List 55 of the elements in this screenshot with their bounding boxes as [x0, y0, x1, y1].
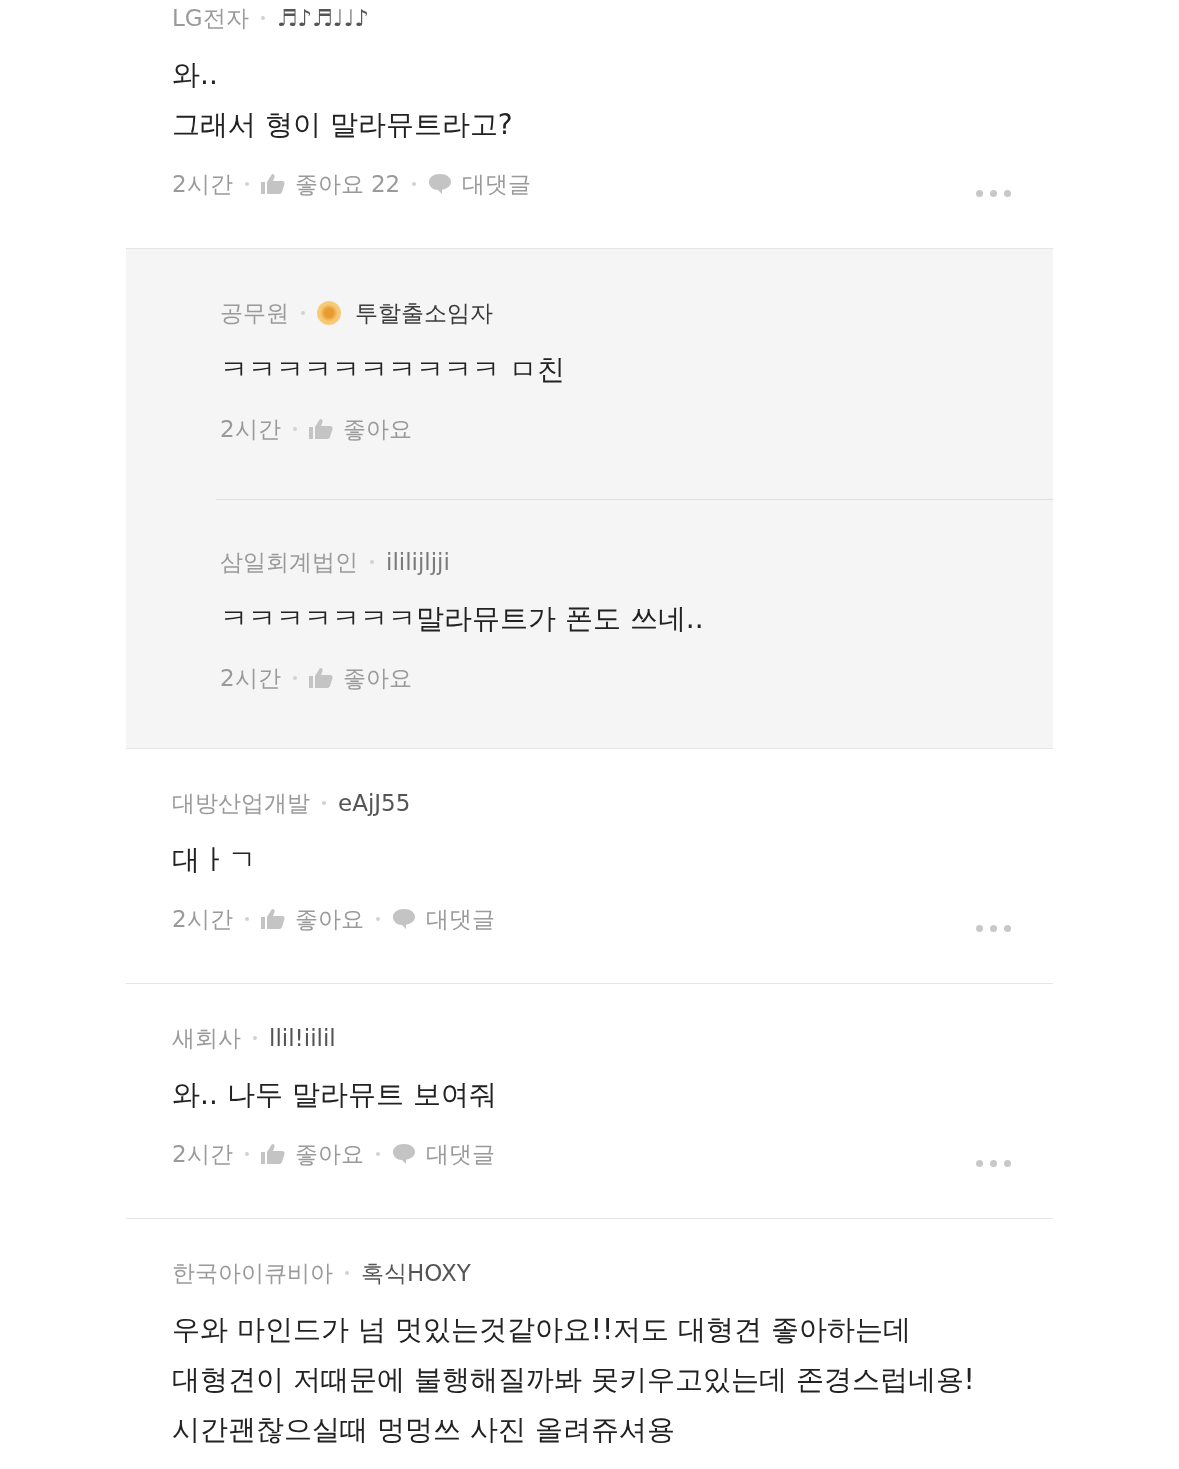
company-name: LG전자 — [172, 3, 249, 33]
separator-dot-icon — [260, 16, 265, 20]
separator-dot-icon — [244, 917, 249, 921]
comment-text: 그래서 형이 말라뮤트라고? — [172, 107, 514, 143]
comment-text: ㅋㅋㅋㅋㅋㅋㅋㅋㅋㅋ ㅁ친 — [220, 352, 566, 388]
company-name: 삼일회계법인 — [220, 547, 358, 577]
company-name: 공무원 — [220, 298, 289, 328]
timestamp: 2시간 — [220, 414, 281, 444]
separator-dot-icon — [345, 1271, 349, 1275]
company-name: 새회사 — [172, 1023, 241, 1053]
comment-text: 대형견이 저때문에 불행해질까봐 못키우고있는데 존경스럽네용! — [172, 1362, 976, 1398]
company-name: 대방산업개발 — [172, 788, 310, 818]
like-button[interactable]: 좋아요 — [308, 662, 412, 694]
like-button[interactable]: 좋아요 22 — [260, 168, 401, 200]
nickname[interactable]: llil!iilil — [269, 1025, 336, 1051]
comment-text: 우와 마인드가 넘 멋있는것같아요!!저도 대형견 좋아하는데 — [172, 1312, 912, 1348]
thumbs-up-icon — [260, 173, 285, 195]
separator-dot-icon — [301, 311, 305, 315]
separator-dot-icon — [375, 917, 380, 921]
thumbs-up-icon — [260, 908, 285, 930]
separator-dot-icon — [322, 801, 326, 805]
nickname[interactable]: 혹식HOXY — [361, 1257, 471, 1289]
timestamp: 2시간 — [172, 169, 233, 199]
separator-dot-icon — [370, 560, 374, 564]
nickname[interactable]: 투할출소임자 — [355, 297, 493, 329]
comment-text: 시간괜찮으실때 멍멍쓰 사진 올려쥬셔용 — [172, 1412, 676, 1448]
comment-text: ㅋㅋㅋㅋㅋㅋㅋ말라뮤트가 폰도 쓰네.. — [220, 601, 705, 637]
timestamp: 2시간 — [172, 904, 233, 934]
like-button[interactable]: 좋아요 — [260, 903, 364, 935]
timestamp: 2시간 — [220, 663, 281, 693]
nickname[interactable]: eAjJ55 — [338, 790, 411, 816]
speech-bubble-icon — [391, 1143, 416, 1165]
nickname[interactable]: ililijljji — [386, 549, 450, 575]
separator-dot-icon — [253, 1036, 257, 1040]
timestamp: 2시간 — [172, 1139, 233, 1169]
speech-bubble-icon — [391, 908, 416, 930]
separator-dot-icon — [412, 182, 417, 186]
reply-button[interactable]: 대댓글 — [391, 903, 495, 935]
comment-text: 와.. — [172, 57, 219, 93]
comment-text: 대ㅏㄱ — [172, 842, 257, 878]
separator-dot-icon — [375, 1152, 380, 1156]
like-button[interactable]: 좋아요 — [308, 413, 412, 445]
separator-dot-icon — [244, 182, 249, 186]
thumbs-up-icon — [308, 667, 333, 689]
reply-button[interactable]: 대댓글 — [428, 168, 532, 200]
speech-bubble-icon — [428, 173, 453, 195]
reply-button[interactable]: 대댓글 — [391, 1138, 495, 1170]
thumbs-up-icon — [308, 418, 333, 440]
separator-dot-icon — [244, 1152, 249, 1156]
like-button[interactable]: 좋아요 — [260, 1138, 364, 1170]
thumbs-up-icon — [260, 1143, 285, 1165]
comment-text: 와.. 나두 말라뮤트 보여줘 — [172, 1077, 498, 1113]
company-name: 한국아이큐비아 — [172, 1258, 333, 1288]
nickname[interactable]: ♬♪♬♩♩♪ — [276, 5, 369, 31]
badge-icon — [317, 301, 341, 325]
